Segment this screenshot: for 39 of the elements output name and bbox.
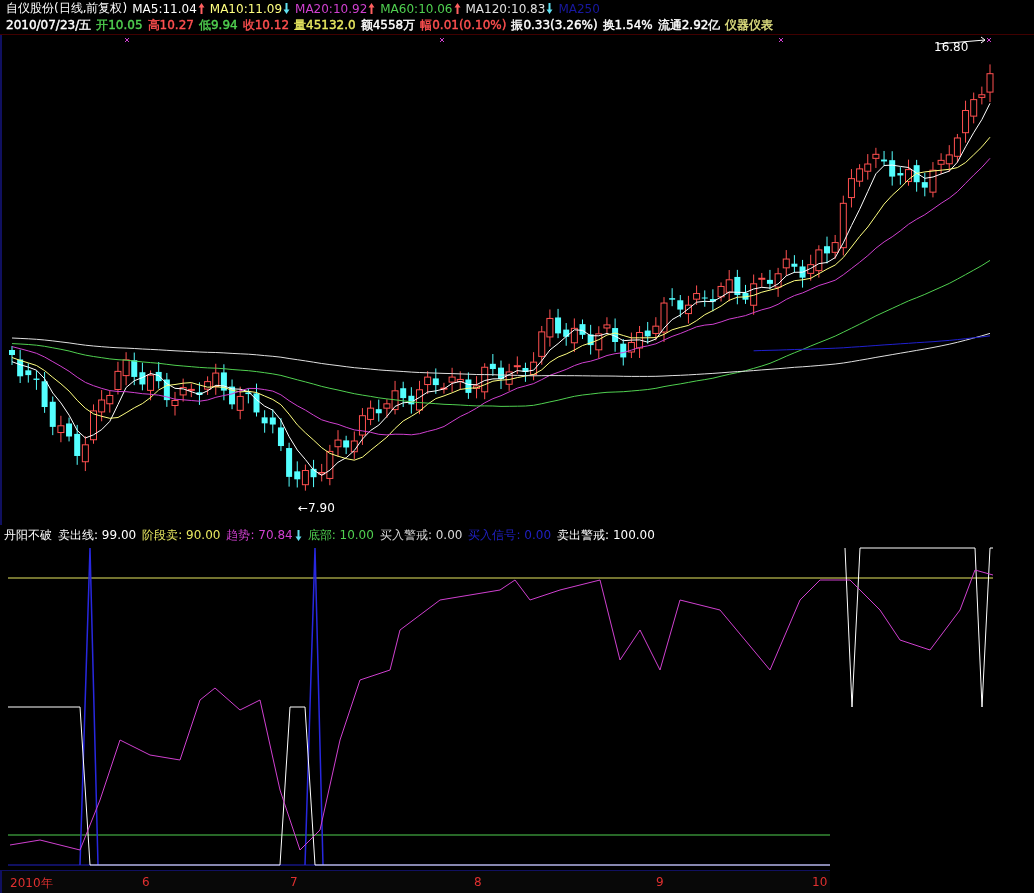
quote-value: 振0.33(3.26%)	[511, 17, 598, 34]
indicator-value-label: 阶段卖: 90.00	[142, 526, 221, 544]
indicator-value-label: 底部: 10.00	[307, 526, 374, 544]
quote-value: 换1.54%	[602, 17, 653, 34]
axis-label: 2010年	[10, 875, 53, 892]
moving-average-label: MA250	[558, 1, 600, 16]
cross-marker-icon	[439, 37, 445, 43]
quote-value: 仪器仪表	[725, 17, 774, 34]
moving-average-label: MA60:10.06	[380, 1, 453, 16]
indicator-value-label: 卖出线: 99.00	[58, 526, 137, 544]
cross-marker-icon	[124, 37, 130, 43]
chart-title: 自仪股份(日线,前复权)	[6, 0, 128, 17]
cross-marker-icon	[986, 37, 992, 43]
high-price-label: 16.80	[934, 40, 969, 54]
quote-value: 流通2.92亿	[657, 17, 721, 34]
axis-label: 7	[290, 875, 298, 889]
indicator-name: 丹阳不破	[4, 526, 52, 544]
axis-label: 6	[142, 875, 150, 889]
quote-value: 高10.27	[147, 17, 194, 34]
indicator-value-label: 买入信号: 0.00	[468, 526, 552, 544]
quote-value: 低9.94	[198, 17, 238, 34]
quote-value: 开10.05	[96, 17, 143, 34]
axis-label: 8	[474, 875, 482, 889]
quote-value: 2010/07/23/五	[6, 17, 92, 34]
indicator-value-label: 卖出警戒: 100.00	[557, 526, 655, 544]
moving-average-label: MA5:11.04	[132, 1, 197, 16]
moving-average-label: MA20:10.92	[295, 1, 368, 16]
axis-label: 9	[656, 875, 664, 889]
low-price-label: ←7.90	[298, 501, 335, 515]
indicator-value-label: 买入警戒: 0.00	[379, 526, 463, 544]
quote-value: 量45132.0	[294, 17, 356, 34]
quote-value: 收10.12	[242, 17, 289, 34]
quote-value: 额4558万	[360, 17, 416, 34]
quote-value: 幅0.01(0.10%)	[420, 17, 507, 34]
indicator-value-label: 趋势: 70.84	[226, 526, 293, 544]
moving-average-label: MA120:10.83	[465, 1, 546, 16]
cross-marker-icon	[778, 37, 784, 43]
axis-label: 10	[812, 875, 828, 889]
moving-average-label: MA10:11.09	[209, 1, 283, 16]
